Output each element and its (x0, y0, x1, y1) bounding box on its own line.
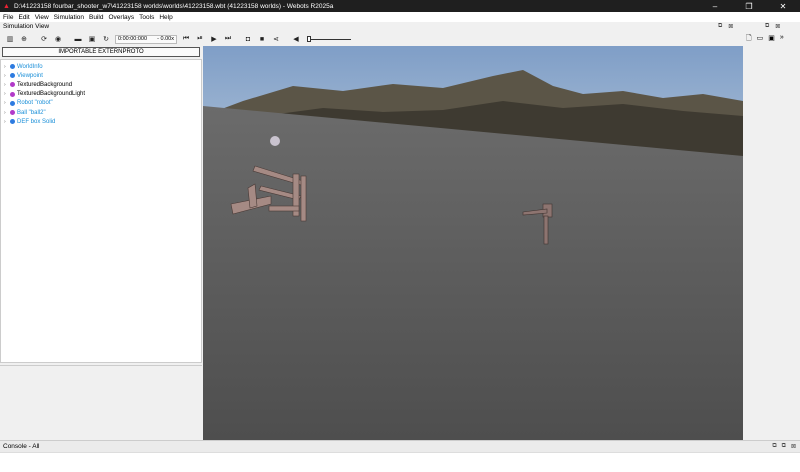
scene-tree-item[interactable]: › TexturedBackgroundLight (1, 90, 201, 99)
open-file-icon[interactable]: ▭ (757, 34, 764, 45)
scene-tree-item-label: TexturedBackgroundLight (17, 91, 86, 98)
volume-slider[interactable] (307, 35, 351, 43)
node-icon (10, 110, 15, 116)
scene-tree-item[interactable]: › TexturedBackground (1, 80, 201, 89)
console-output (0, 452, 800, 472)
float-icon[interactable]: ⧉ (782, 443, 786, 450)
maximize-button[interactable]: ❐ (732, 2, 766, 11)
float-icon[interactable]: ⧉ (718, 23, 722, 30)
scene-tree-item[interactable]: › Ball "ball2" (1, 108, 201, 117)
floor (203, 106, 743, 440)
console-label: Console - All (3, 443, 40, 450)
simulation-time: 0:00:00:000 (118, 36, 148, 42)
simulation-toolbar: ▥ ⊕ ⟳ ◉ ▬ ▣ ↻ 0:00:00:000 - 0.00x ⏮ ⏯ ▶ … (0, 33, 742, 45)
console-dock-icons: ⧉ ⧉ ⊠ (772, 443, 796, 450)
volume-slider-thumb[interactable] (307, 36, 311, 42)
window-title: D:\41223158 fourbar_shooter_w7\41223158 … (14, 2, 334, 10)
text-editor-panel (743, 46, 800, 440)
webots-logo-icon: ▲ (3, 2, 10, 10)
close-panel-icon[interactable]: ⊠ (775, 23, 780, 30)
scene-tree-item-label: WorldInfo (17, 63, 43, 70)
scene-tree-item-label: Viewpoint (17, 72, 43, 79)
close-panel-icon[interactable]: ⊠ (791, 443, 796, 450)
toggle-scene-tree-icon[interactable]: ▥ (3, 34, 17, 44)
step-icon[interactable]: ⏯ (193, 34, 207, 44)
scene-tree: › WorldInfo › Viewpoint › TexturedBackground ›… (0, 59, 202, 363)
dock-icons: ⧉ ⊠ (718, 23, 733, 30)
menu-bar: File Edit View Simulation Build Overlays… (0, 12, 800, 22)
view-icon[interactable]: ◉ (51, 34, 65, 44)
new-file-icon[interactable]: 🗋 (746, 34, 752, 45)
menu-edit[interactable]: Edit (18, 14, 29, 21)
dock-icons-right: ⧉ ⊠ (765, 23, 780, 30)
reset-simulation-icon[interactable]: ⏮ (179, 34, 193, 44)
scene-tree-item-label: Robot "robot" (17, 100, 53, 107)
save-file-icon[interactable]: ▣ (768, 34, 775, 45)
screenshot-icon[interactable]: ◘ (241, 34, 255, 44)
field-editor-panel (0, 365, 202, 440)
volume-icon[interactable]: ◀ (289, 34, 303, 44)
node-icon (10, 82, 15, 88)
menu-view[interactable]: View (35, 14, 49, 21)
scene-tree-item[interactable]: › DEF box Solid (1, 117, 201, 126)
console-header: Console - All ⧉ ⧉ ⊠ (0, 440, 800, 452)
menu-file[interactable]: File (3, 14, 13, 21)
add-node-icon[interactable]: ⊕ (17, 34, 31, 44)
fast-forward-icon[interactable]: ⏭ (221, 34, 235, 44)
node-icon (10, 100, 15, 106)
menu-build[interactable]: Build (89, 14, 103, 21)
node-icon (10, 119, 15, 125)
editor-toolbar: 🗋 ▭ ▣ » (746, 34, 784, 45)
save-world-icon[interactable]: ▣ (85, 34, 99, 44)
more-icon[interactable]: » (780, 34, 784, 45)
record-movie-icon[interactable]: ■ (255, 34, 269, 44)
float-icon[interactable]: ⧉ (772, 443, 776, 450)
scene-tree-item[interactable]: › Robot "robot" (1, 99, 201, 108)
simulation-speed: - 0.00x (157, 36, 174, 42)
close-button[interactable]: ✕ (766, 2, 800, 11)
scene-tree-panel: IMPORTABLE EXTERNPROTO › WorldInfo › Viewpo… (0, 46, 202, 440)
title-bar: ▲ D:\41223158 fourbar_shooter_w7\4122315… (0, 0, 800, 12)
share-icon[interactable]: ⋖ (269, 34, 283, 44)
importable-externproto-button[interactable]: IMPORTABLE EXTERNPROTO (2, 47, 200, 57)
menu-overlays[interactable]: Overlays (109, 14, 135, 21)
close-panel-icon[interactable]: ⊠ (728, 23, 733, 30)
3d-viewport[interactable] (203, 46, 743, 440)
minimize-button[interactable]: – (698, 2, 732, 11)
menu-help[interactable]: Help (159, 14, 172, 21)
node-icon (10, 64, 15, 70)
scene-tree-item-label: Ball "ball2" (17, 109, 46, 116)
simulation-time-display: 0:00:00:000 - 0.00x (115, 34, 177, 44)
node-icon (10, 91, 15, 97)
3d-scene[interactable] (203, 46, 743, 440)
menu-tools[interactable]: Tools (139, 14, 154, 21)
scene-tree-item[interactable]: › Viewpoint (1, 71, 201, 80)
float-icon[interactable]: ⧉ (765, 23, 769, 30)
scene-tree-item-label: DEF box Solid (17, 118, 56, 125)
reload-world-icon[interactable]: ⟳ (37, 34, 51, 44)
menu-simulation[interactable]: Simulation (54, 14, 84, 21)
revert-icon[interactable]: ↻ (99, 34, 113, 44)
simulation-view-label: Simulation View (3, 23, 50, 30)
open-world-icon[interactable]: ▬ (71, 34, 85, 44)
scene-tree-item[interactable]: › WorldInfo (1, 62, 201, 71)
node-icon (10, 73, 15, 79)
play-icon[interactable]: ▶ (207, 34, 221, 44)
scene-tree-item-label: TexturedBackground (17, 81, 73, 88)
ball[interactable] (270, 136, 280, 146)
